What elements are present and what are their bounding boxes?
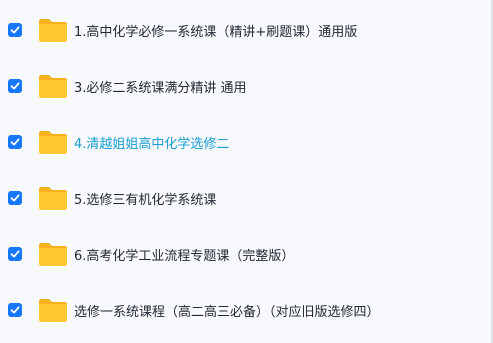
file-list: 1.高中化学必修一系统课（精讲+刷题课）通用版 3.必修二系统课满分精讲 通用 … bbox=[0, 0, 493, 343]
checkbox-checked[interactable] bbox=[8, 135, 22, 149]
file-name[interactable]: 6.高考化学工业流程专题课（完整版） bbox=[74, 245, 294, 264]
checkmark-icon bbox=[10, 138, 20, 146]
list-item-3[interactable]: 3.必修二系统课满分精讲 通用 bbox=[0, 68, 493, 104]
list-item-7[interactable]: 选修一系统课程（高二高三必备）（对应旧版选修四） bbox=[0, 292, 493, 328]
folder-icon bbox=[38, 185, 68, 211]
checkbox-checked[interactable] bbox=[8, 303, 22, 317]
list-item-5[interactable]: 5.选修三有机化学系统课 bbox=[0, 180, 493, 216]
folder-icon bbox=[38, 129, 68, 155]
folder-icon bbox=[38, 73, 68, 99]
checkmark-icon bbox=[10, 194, 20, 202]
checkmark-icon bbox=[10, 306, 20, 314]
checkmark-icon bbox=[10, 250, 20, 258]
file-name[interactable]: 5.选修三有机化学系统课 bbox=[74, 189, 216, 208]
list-item-4[interactable]: 4.清越姐姐高中化学选修二 bbox=[0, 124, 493, 160]
folder-icon bbox=[38, 17, 68, 43]
list-item-6[interactable]: 6.高考化学工业流程专题课（完整版） bbox=[0, 236, 493, 272]
checkbox-checked[interactable] bbox=[8, 79, 22, 93]
file-name[interactable]: 3.必修二系统课满分精讲 通用 bbox=[74, 77, 247, 96]
checkmark-icon bbox=[10, 26, 20, 34]
file-name[interactable]: 4.清越姐姐高中化学选修二 bbox=[74, 133, 229, 152]
list-item-1[interactable]: 1.高中化学必修一系统课（精讲+刷题课）通用版 bbox=[0, 12, 493, 48]
checkbox-checked[interactable] bbox=[8, 191, 22, 205]
file-name[interactable]: 1.高中化学必修一系统课（精讲+刷题课）通用版 bbox=[74, 21, 357, 40]
file-name[interactable]: 选修一系统课程（高二高三必备）（对应旧版选修四） bbox=[74, 301, 380, 320]
checkbox-checked[interactable] bbox=[8, 247, 22, 261]
checkbox-checked[interactable] bbox=[8, 23, 22, 37]
folder-icon bbox=[38, 241, 68, 267]
folder-icon bbox=[38, 297, 68, 323]
checkmark-icon bbox=[10, 82, 20, 90]
